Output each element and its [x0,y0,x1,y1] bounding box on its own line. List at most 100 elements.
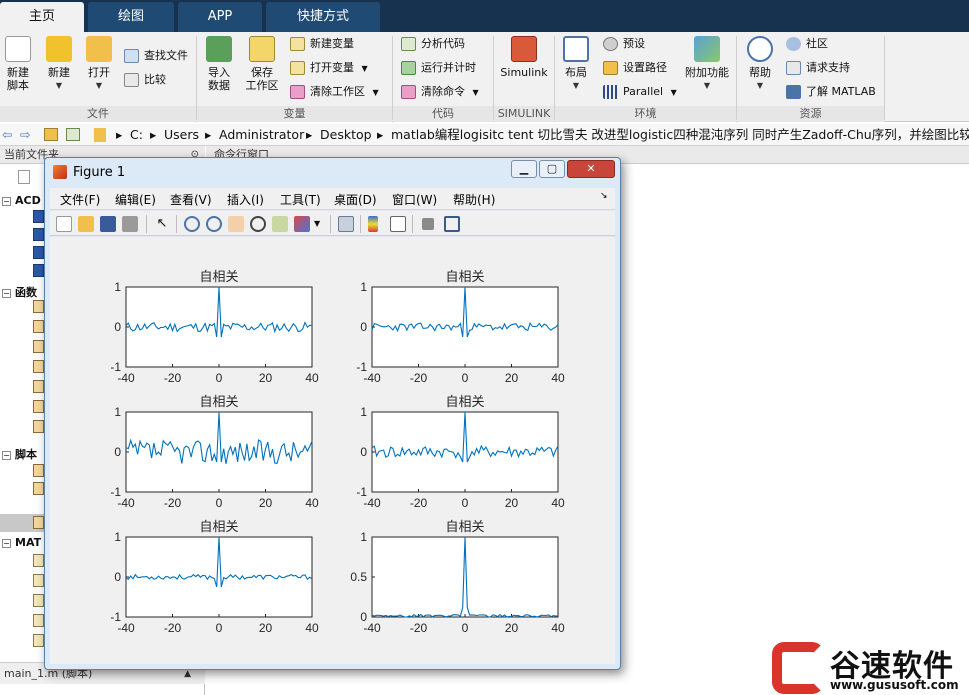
community-button[interactable]: 社区 [786,34,828,54]
tab-shortcuts[interactable]: 快捷方式 [266,2,380,32]
new-script-button[interactable]: 新建 脚本 [3,36,33,92]
brush-icon[interactable] [294,216,310,232]
tab-home[interactable]: 主页 [0,2,84,32]
analyze-code-button[interactable]: 分析代码 [401,34,465,54]
back-arrow-icon[interactable]: ⇦ [2,124,12,145]
colorbar-icon[interactable] [368,216,378,232]
find-files-button[interactable]: 查找文件 [124,46,188,66]
open-variable-button[interactable]: 打开变量 ▼ [290,58,368,78]
clear-commands-button[interactable]: 清除命令 ▼ [401,82,479,102]
compare-button[interactable]: 比较 [124,70,166,90]
legend-icon[interactable] [390,216,406,232]
simulink-icon [511,36,537,62]
minimize-button[interactable]: ▁ [511,160,537,178]
dock-figure-icon[interactable] [444,216,460,232]
up-folder-icon[interactable] [44,128,58,141]
mat-data-icon[interactable] [33,574,44,587]
zoom-out-icon[interactable] [206,216,222,232]
save-workspace-button[interactable]: 保存 工作区 [244,36,280,92]
run-time-icon [401,61,416,75]
function-file-icon[interactable] [33,380,44,393]
mat-file-icon[interactable] [33,210,44,223]
open-file-icon[interactable] [78,216,94,232]
mat-data-icon[interactable] [33,554,44,567]
x-tick-label: -20 [410,621,428,635]
menu-help[interactable]: 帮助(H) [453,191,495,208]
menu-window[interactable]: 窗口(W) [392,191,437,208]
zoom-in-icon[interactable] [184,216,200,232]
menu-edit[interactable]: 编辑(E) [115,191,156,208]
request-support-button[interactable]: 请求支持 [786,58,850,78]
tree-group-functions[interactable]: − 函数 [2,284,37,300]
address-bar[interactable]: ⇦ ⇨ ▸ C: ▸ Users ▸ Administrator ▸ Deskt… [0,124,969,146]
pan-hand-icon[interactable] [228,216,244,232]
hide-tools-icon[interactable] [422,218,434,230]
set-path-button[interactable]: 设置路径 [603,58,667,78]
preferences-button[interactable]: 预设 [603,34,645,54]
mat-file-icon[interactable] [33,246,44,259]
function-file-icon[interactable] [33,400,44,413]
menu-desktop[interactable]: 桌面(D) [334,191,377,208]
x-tick-label: 20 [259,371,273,385]
script-file-icon[interactable] [33,464,44,477]
new-figure-icon[interactable] [56,216,72,232]
function-file-icon[interactable] [33,360,44,373]
menu-view[interactable]: 查看(V) [170,191,212,208]
function-file-icon[interactable] [33,320,44,333]
learn-matlab-button[interactable]: 了解 MATLAB [786,82,876,102]
tree-group-mat[interactable]: − MAT [2,536,41,549]
menu-file[interactable]: 文件(F) [60,191,100,208]
figure-canvas[interactable]: 自相关 -40 -20 0 20 40 -1 0 1 自相关 -40 -20 0 20 40 -1 0 1 自相关 -… [50,237,615,664]
run-and-time-button[interactable]: 运行并计时 [401,58,476,78]
import-data-button[interactable]: 导入 数据 [203,36,235,92]
dock-arrow-icon[interactable]: ↘ [600,191,608,201]
tab-plots[interactable]: 绘图 [88,2,174,32]
chevron-down-icon[interactable]: ▼ [314,216,322,232]
chevron-down-icon: ▼ [55,81,63,90]
analyze-icon [401,37,416,51]
mat-file-icon[interactable] [33,264,44,277]
y-tick-label: -1 [110,485,121,499]
x-tick-label: 40 [305,371,319,385]
script-file-icon[interactable] [33,516,44,529]
chevron-down-icon: ▼ [703,81,711,90]
print-icon[interactable] [122,216,138,232]
help-button[interactable]: 帮助 ▼ [744,36,776,92]
function-file-icon[interactable] [33,340,44,353]
forward-arrow-icon[interactable]: ⇨ [20,124,30,145]
breadcrumb-desktop[interactable]: Desktop [320,124,372,145]
close-button[interactable]: ✕ [567,160,615,178]
breadcrumb-administrator[interactable]: Administrator [219,124,304,145]
script-file-icon[interactable] [33,482,44,495]
layout-button[interactable]: 布局 ▼ [561,36,591,92]
rotate-3d-icon[interactable] [250,216,266,232]
data-cursor-icon[interactable] [272,216,288,232]
simulink-button[interactable]: Simulink [499,36,549,79]
tab-apps[interactable]: APP [178,2,262,32]
parallel-button[interactable]: Parallel ▼ [603,82,677,102]
breadcrumb-c[interactable]: C: [130,124,143,145]
function-file-icon[interactable] [33,300,44,313]
new-button[interactable]: 新建 ▼ [44,36,74,92]
menu-tools[interactable]: 工具(T) [280,191,321,208]
tree-group-acd[interactable]: − ACD [2,194,41,207]
mat-data-icon[interactable] [33,614,44,627]
mat-data-icon[interactable] [33,594,44,607]
mat-data-icon[interactable] [33,634,44,647]
menu-insert[interactable]: 插入(I) [227,191,264,208]
figure-menubar: 文件(F) 编辑(E) 查看(V) 插入(I) 工具(T) 桌面(D) 窗口(W… [50,188,615,210]
mat-file-icon[interactable] [33,228,44,241]
clear-workspace-button[interactable]: 清除工作区 ▼ [290,82,379,102]
save-icon[interactable] [100,216,116,232]
add-ons-button[interactable]: 附加功能 ▼ [684,36,730,92]
function-file-icon[interactable] [33,420,44,433]
breadcrumb-project-folder[interactable]: matlab编程logisitc tent 切比雪夫 改进型logistic四种… [391,124,969,145]
open-button[interactable]: 打开 ▼ [84,36,114,92]
browse-icon[interactable] [66,128,80,141]
new-variable-button[interactable]: 新建变量 [290,34,354,54]
link-plot-icon[interactable] [338,216,354,232]
tree-group-scripts[interactable]: − 脚本 [2,446,37,462]
pointer-icon[interactable]: ↖ [154,216,170,232]
maximize-button[interactable]: ▢ [539,160,565,178]
breadcrumb-users[interactable]: Users [164,124,199,145]
